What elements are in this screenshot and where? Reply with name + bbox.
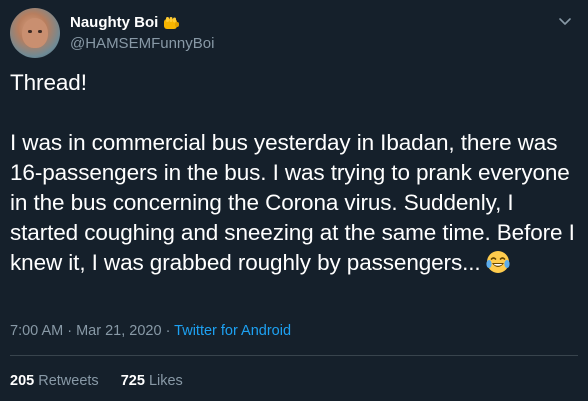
divider — [10, 355, 578, 356]
retweets-label: Retweets — [38, 373, 99, 389]
fist-icon — [163, 16, 180, 30]
avatar-face — [22, 18, 48, 48]
meta-separator: · — [161, 323, 175, 339]
avatar-eye — [28, 30, 32, 33]
tweet-text: Thread! I was in commercial bus yesterda… — [10, 68, 576, 278]
tweet-time[interactable]: 7:00 AM — [10, 323, 63, 339]
tears-of-joy-icon — [485, 249, 511, 275]
likes-label: Likes — [148, 373, 183, 389]
retweets-count: 205 — [10, 373, 35, 389]
tweet-body: I was in commercial bus yesterday in Iba… — [10, 128, 576, 278]
tweet-meta: 7:00 AM · Mar 21, 2020 · Twitter for And… — [10, 321, 291, 341]
display-name-row: Naughty Boi — [70, 14, 214, 32]
tweet-header: Naughty Boi @HAMSEMFunnyBoi — [10, 8, 578, 60]
tweet-stats: 205 Retweets 725 Likes — [10, 371, 201, 391]
likes-count: 725 — [120, 373, 145, 389]
likes-stat[interactable]: 725 Likes — [121, 371, 183, 391]
user-handle[interactable]: @HAMSEMFunnyBoi — [70, 34, 214, 54]
tweet-card: Naughty Boi @HAMSEMFunnyBoi Thread! I wa… — [0, 0, 588, 401]
tweet-line-1: Thread! — [10, 70, 87, 95]
display-name[interactable]: Naughty Boi — [70, 14, 158, 32]
meta-separator: · — [63, 323, 77, 339]
chevron-down-icon[interactable] — [556, 12, 574, 30]
avatar[interactable] — [10, 8, 60, 58]
user-names[interactable]: Naughty Boi @HAMSEMFunnyBoi — [70, 14, 214, 54]
retweets-stat[interactable]: 205 Retweets — [10, 371, 99, 391]
avatar-eye — [38, 30, 42, 33]
tweet-source-link[interactable]: Twitter for Android — [174, 323, 291, 339]
tweet-date[interactable]: Mar 21, 2020 — [76, 323, 161, 339]
